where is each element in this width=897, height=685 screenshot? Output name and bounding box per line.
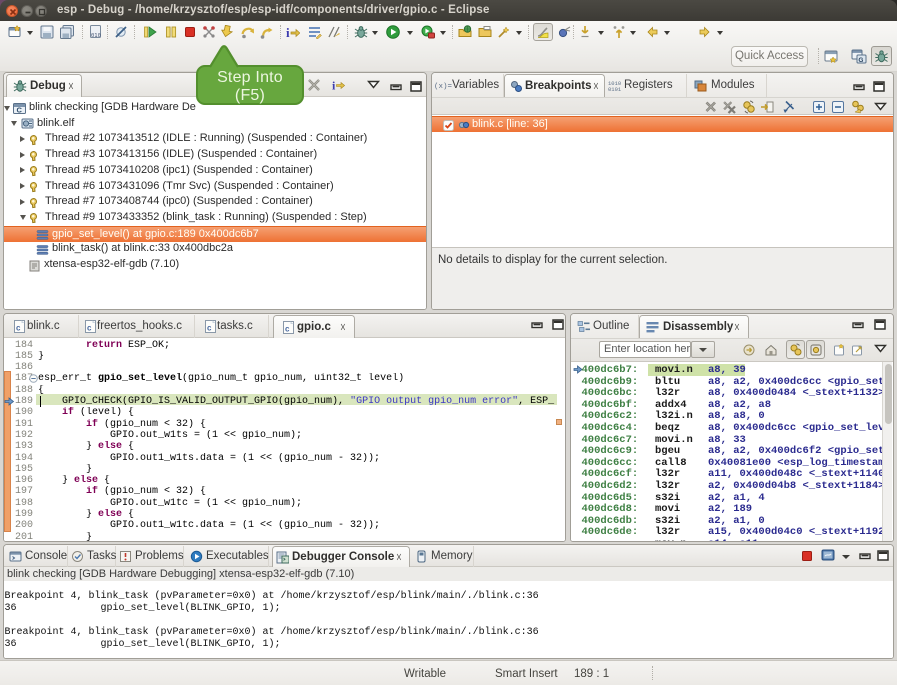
- svg-text:G: G: [858, 57, 863, 64]
- svg-text:i: i: [286, 25, 290, 39]
- svg-text:c: c: [87, 324, 92, 333]
- svg-text:c: c: [285, 325, 290, 334]
- svg-text:i: i: [332, 79, 336, 93]
- svg-text:010: 010: [91, 33, 101, 39]
- svg-text:(x)=: (x)=: [434, 83, 453, 91]
- svg-text:c: c: [207, 324, 212, 333]
- svg-text:0101: 0101: [608, 86, 622, 92]
- svg-text:c: c: [16, 324, 21, 333]
- svg-text:C: C: [17, 105, 23, 114]
